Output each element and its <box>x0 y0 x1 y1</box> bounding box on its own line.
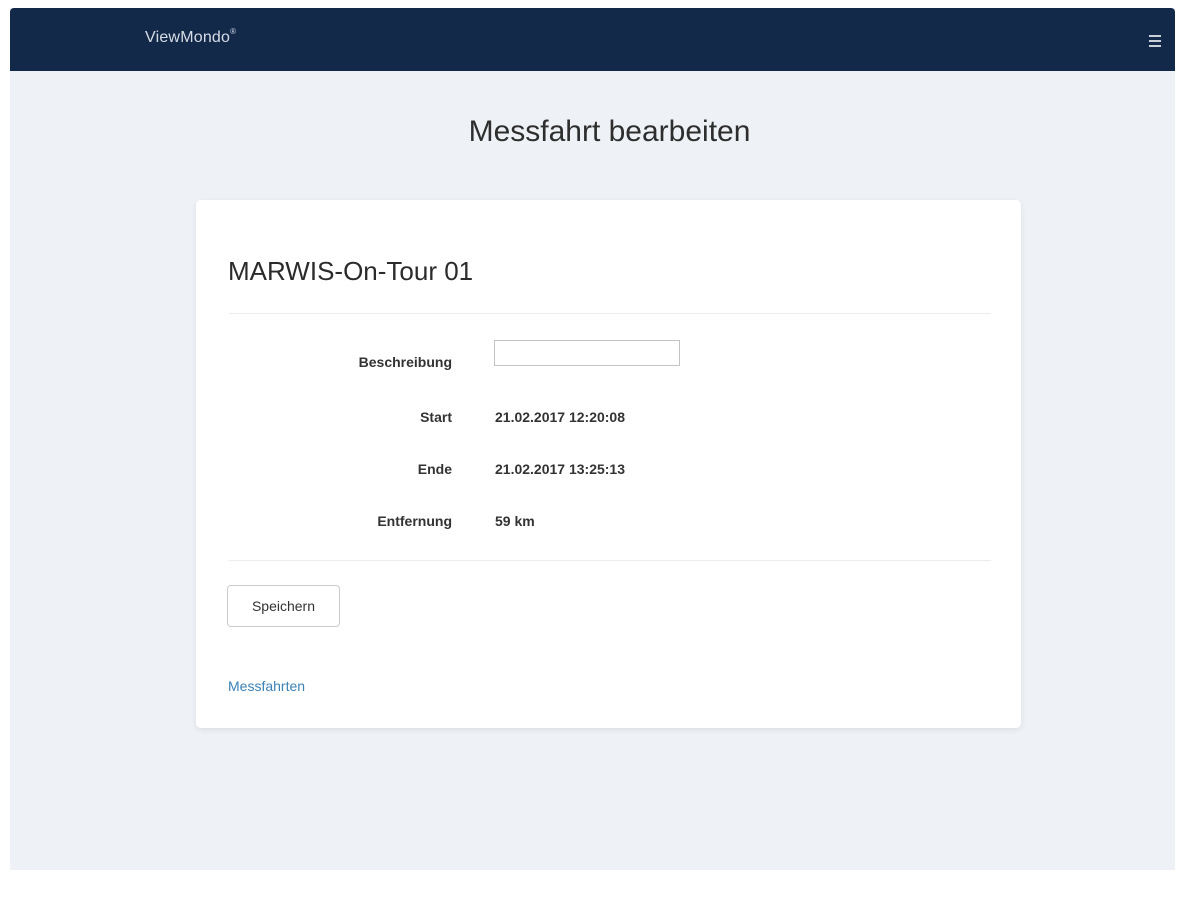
divider-bottom <box>229 560 991 561</box>
page-title: Messfahrt bearbeiten <box>468 115 751 148</box>
save-button[interactable]: Speichern <box>227 585 340 627</box>
top-navbar: ViewMondo® <box>10 8 1175 71</box>
start-value: 21.02.2017 12:20:08 <box>495 409 625 425</box>
description-label: Beschreibung <box>358 354 452 370</box>
edit-card: MARWIS-On-Tour 01 Beschreibung Start 21.… <box>196 200 1021 728</box>
back-to-trips-link[interactable]: Messfahrten <box>228 678 305 694</box>
card-title: MARWIS-On-Tour 01 <box>228 256 474 286</box>
distance-value: 59 km <box>495 513 535 529</box>
end-label: Ende <box>417 461 452 477</box>
brand-logo[interactable]: ViewMondo® <box>145 27 237 47</box>
start-label: Start <box>420 409 452 425</box>
distance-label: Entfernung <box>377 513 452 529</box>
app-frame: ViewMondo® Messfahrt bearbeiten MARWIS-O… <box>10 8 1175 870</box>
registered-mark: ® <box>230 27 237 36</box>
description-input[interactable] <box>494 340 680 366</box>
end-value: 21.02.2017 13:25:13 <box>495 461 625 477</box>
divider-top <box>229 313 991 314</box>
brand-name: ViewMondo <box>145 29 231 46</box>
hamburger-menu-icon[interactable] <box>1149 35 1161 49</box>
